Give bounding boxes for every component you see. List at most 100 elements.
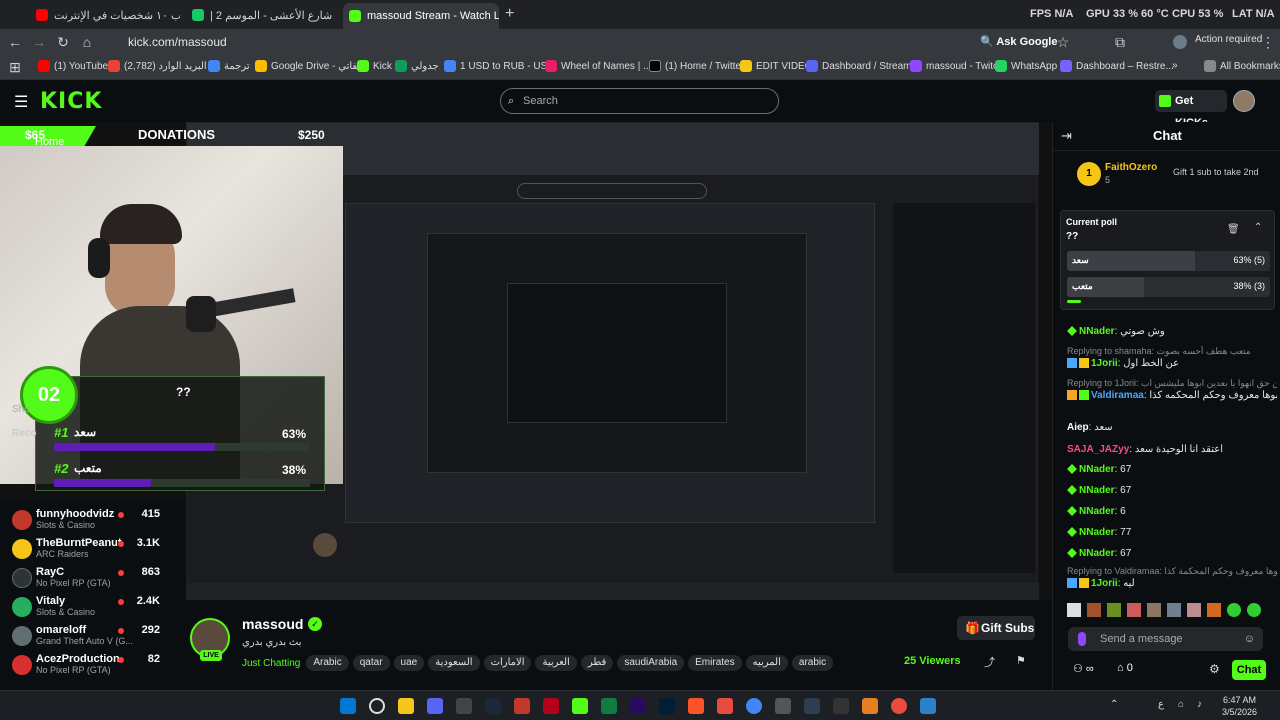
tag[interactable]: arabic	[791, 655, 834, 671]
tab-kick[interactable]: massoud Stream - Watch L ✕	[343, 3, 499, 29]
badge-icon	[1067, 578, 1077, 589]
forward-icon[interactable]: →	[31, 34, 47, 50]
all-bookmarks[interactable]: All Bookmarks	[1204, 60, 1280, 72]
volume-icon[interactable]: ♪	[1197, 699, 1202, 710]
emote-icon	[1167, 603, 1181, 617]
profile-avatar[interactable]	[1173, 35, 1187, 49]
bookmark-whatsapp[interactable]: WhatsApp	[995, 60, 1057, 72]
bookmark-usd-rub[interactable]: 1 USD to RUB - US...	[444, 60, 556, 72]
poll-card-option-2[interactable]: متعب 38% (3)	[1067, 277, 1270, 297]
excel-icon[interactable]	[601, 698, 617, 714]
chat-users-icon[interactable]: ⚇ ∞	[1073, 662, 1094, 675]
channel-name[interactable]: massoud	[242, 616, 303, 632]
bookmark-translate[interactable]: ترجمة	[208, 60, 250, 72]
options-icon[interactable]: ⚑	[1016, 654, 1026, 667]
bookmark-drive[interactable]: Google Drive - ملفاتي	[255, 60, 366, 72]
app-icon[interactable]	[514, 698, 530, 714]
photoshop-icon[interactable]	[659, 698, 675, 714]
app-icon[interactable]	[862, 698, 878, 714]
app-icon[interactable]	[717, 698, 733, 714]
tag[interactable]: الامارات	[483, 655, 532, 671]
tag[interactable]: قطر	[580, 655, 614, 671]
brave-icon[interactable]	[688, 698, 704, 714]
discord-icon[interactable]	[427, 698, 443, 714]
apps-grid-icon[interactable]: ⊞	[7, 59, 23, 75]
tag[interactable]: qatar	[352, 655, 390, 671]
get-kicks-button[interactable]: Get KICKs	[1155, 90, 1227, 129]
language-indicator[interactable]: ع	[1158, 699, 1164, 710]
tab-shahid[interactable]: شاهد شارع الأعشى - الموسم 2 | ✕	[186, 4, 336, 26]
hamburger-menu-icon[interactable]: ☰	[14, 92, 28, 112]
sidebar-channel[interactable]: funnyhoodvidz Slots & Casino 415	[0, 508, 186, 530]
tab-youtube[interactable]: (1) أغرب ١٠ شخصيات في الإنترنت ✕	[30, 4, 180, 26]
extensions-icon[interactable]: ⧉	[1112, 34, 1128, 50]
tag[interactable]: Emirates	[688, 655, 742, 671]
bookmark-wheel[interactable]: Wheel of Names | ...	[545, 60, 651, 72]
bookmark-kick[interactable]: Kick	[357, 60, 392, 72]
app-icon[interactable]	[891, 698, 907, 714]
app-icon[interactable]	[572, 698, 588, 714]
bookmark-dashboard[interactable]: Dashboard / Stream...	[806, 60, 920, 72]
delete-poll-icon[interactable]: 🗑	[1227, 224, 1240, 235]
obs-icon[interactable]	[833, 698, 849, 714]
start-icon[interactable]	[340, 698, 356, 714]
chat-settings-icon[interactable]: ⚙	[1209, 662, 1220, 676]
premiere-icon[interactable]	[630, 698, 646, 714]
ask-google-button[interactable]: 🔍 Ask Google	[980, 33, 1057, 51]
bookmark-edit-video[interactable]: EDIT VIDEO	[740, 60, 813, 72]
pinned-user[interactable]: FaithOzero	[1105, 162, 1157, 173]
send-chat-button[interactable]: Chat	[1232, 660, 1266, 680]
bookmark-restream[interactable]: Dashboard – Restre...	[1060, 60, 1174, 72]
tag[interactable]: السعودية	[428, 655, 480, 671]
chat-message-input[interactable]: Send a message ☺	[1068, 627, 1263, 651]
system-clock[interactable]: 6:47 AM 3/5/2026	[1222, 694, 1257, 718]
media-icon[interactable]	[456, 698, 472, 714]
bookmark-twitter[interactable]: (1) Home / Twitter	[649, 60, 744, 72]
home-icon[interactable]: ⌂	[79, 34, 95, 50]
user-avatar[interactable]	[1233, 90, 1255, 112]
bookmark-youtube[interactable]: (1) YouTube	[38, 60, 108, 72]
bookmark-star-icon[interactable]: ☆	[1055, 34, 1071, 50]
back-icon[interactable]: ←	[7, 34, 23, 50]
sidebar-channel[interactable]: omareloff Grand Theft Auto V (G... 292	[0, 624, 186, 646]
reload-icon[interactable]: ↻	[55, 34, 71, 50]
bookmark-mail[interactable]: (2,782) البريد الوارد -...	[108, 60, 221, 72]
menu-icon[interactable]: ⋮	[1260, 34, 1276, 50]
tag[interactable]: uae	[393, 655, 425, 671]
tag[interactable]: العربية	[535, 655, 577, 671]
bookmark-schedule[interactable]: جدولي	[395, 60, 439, 72]
tray-chevron-icon[interactable]: ⌃	[1110, 699, 1118, 710]
action-required-button[interactable]: Action required	[1195, 34, 1262, 45]
collapse-chat-icon[interactable]: ⇥	[1061, 128, 1072, 144]
app-icon[interactable]	[920, 698, 936, 714]
more-bookmarks-icon[interactable]: »	[1172, 60, 1178, 71]
sidebar-channel[interactable]: AcezProduction No Pixel RP (GTA) 82	[0, 653, 186, 675]
search-input[interactable]: ⌕ Search	[500, 88, 779, 114]
sidebar-channel[interactable]: Vitaly Slots & Casino 2.4K	[0, 595, 186, 617]
share-icon[interactable]: ⤴	[984, 654, 995, 670]
gift-subs-button[interactable]: 🎁 Gift Subs	[957, 616, 1035, 640]
kick-logo[interactable]: KICK	[40, 89, 102, 114]
search-icon[interactable]	[369, 698, 385, 714]
app-icon[interactable]	[543, 698, 559, 714]
emoji-icon[interactable]: ☺	[1244, 627, 1255, 651]
mic-icon[interactable]	[1078, 632, 1086, 646]
sidebar-channel[interactable]: RayC No Pixel RP (GTA) 863	[0, 566, 186, 588]
app-icon[interactable]	[775, 698, 791, 714]
tag[interactable]: المربيه	[745, 655, 788, 671]
chrome-icon[interactable]	[746, 698, 762, 714]
new-tab-button[interactable]: +	[505, 5, 514, 23]
poll-card-option-1[interactable]: سعد 63% (5)	[1067, 251, 1270, 271]
tag[interactable]: Arabic	[306, 655, 349, 671]
chat-gift-counter[interactable]: ⌂ 0	[1117, 662, 1133, 674]
collapse-poll-icon[interactable]: ⌃	[1254, 222, 1262, 233]
bookmark-twitch[interactable]: massoud - Twitch	[910, 60, 1004, 72]
tag[interactable]: saudiArabia	[617, 655, 685, 671]
url-field[interactable]: kick.com/massoud	[108, 32, 898, 52]
network-icon[interactable]: ⌂	[1178, 699, 1184, 710]
category-link[interactable]: Just Chatting	[242, 658, 300, 669]
steam-icon[interactable]	[485, 698, 501, 714]
sidebar-channel[interactable]: TheBurntPeanut ARC Raiders 3.1K	[0, 537, 186, 559]
app-icon[interactable]	[804, 698, 820, 714]
file-explorer-icon[interactable]	[398, 698, 414, 714]
